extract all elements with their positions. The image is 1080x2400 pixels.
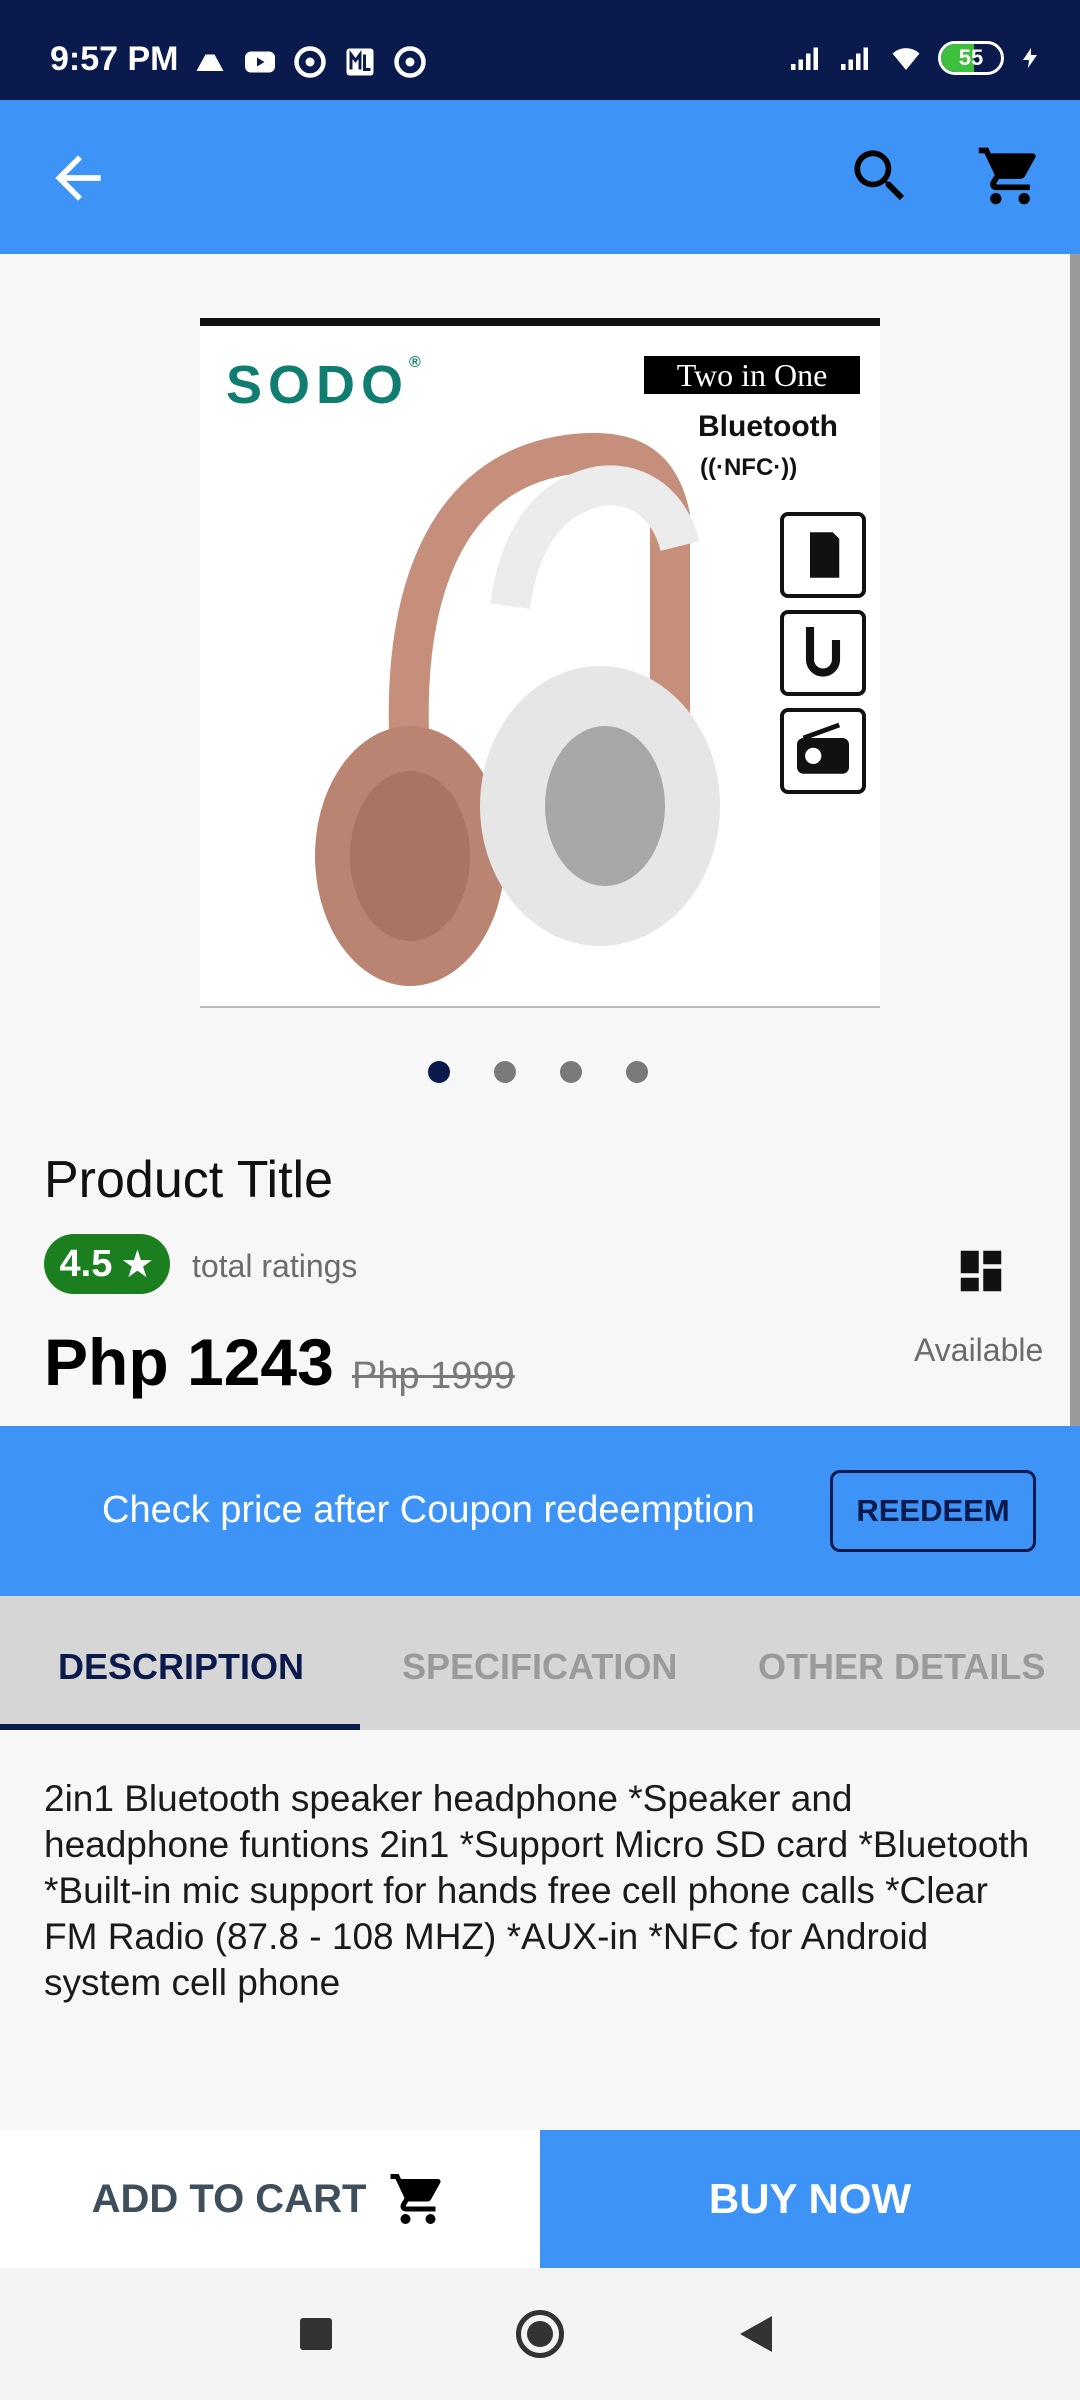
product-image[interactable]: SODO® Two in One Bluetooth ((·NFC·)) — [200, 318, 880, 1008]
coupon-text: Check price after Coupon redeemption — [102, 1489, 755, 1531]
notification-icons — [192, 44, 428, 80]
recent-apps-icon[interactable] — [300, 2318, 332, 2350]
total-ratings-label: total ratings — [192, 1248, 358, 1284]
home-icon[interactable] — [516, 2310, 564, 2358]
drive-icon — [196, 54, 224, 71]
youtube-icon — [245, 51, 275, 73]
original-price: Php 1999 — [352, 1355, 515, 1397]
carousel-dot[interactable] — [626, 1061, 648, 1083]
cart-icon — [390, 2174, 441, 2224]
headphones-image — [315, 432, 720, 986]
carousel-dots — [428, 1061, 648, 1083]
add-to-cart-button[interactable]: ADD TO CART — [0, 2130, 540, 2268]
status-bar: 9:57 PM 55 — [0, 0, 1080, 100]
tab-description[interactable]: DESCRIPTION — [58, 1646, 304, 1688]
rating-badge: 4.5 ★ — [44, 1234, 170, 1294]
charging-icon — [1023, 48, 1037, 68]
star-icon: ★ — [120, 1243, 155, 1286]
bottom-action-bar: ADD TO CART BUY NOW — [0, 2130, 1080, 2268]
ml-icon — [346, 48, 374, 76]
add-to-cart-label: ADD TO CART — [91, 2176, 367, 2221]
buy-now-button[interactable]: BUY NOW — [540, 2130, 1080, 2268]
carousel-dot[interactable] — [560, 1061, 582, 1083]
coupon-banner: Check price after Coupon redeemption REE… — [0, 1426, 1080, 1596]
signal-icon — [841, 47, 868, 70]
battery-level: 55 — [958, 45, 984, 70]
carousel-dot[interactable] — [494, 1061, 516, 1083]
detail-tabs: DESCRIPTION SPECIFICATION OTHER DETAILS — [0, 1596, 1080, 1730]
app-bar — [0, 100, 1080, 254]
back-icon[interactable] — [740, 2316, 772, 2352]
dashboard-icon — [960, 1250, 1002, 1292]
tab-other-details[interactable]: OTHER DETAILS — [758, 1646, 1045, 1688]
signal-icon — [791, 47, 818, 70]
buy-now-label: BUY NOW — [708, 2175, 912, 2222]
redeem-button[interactable]: REEDEEM — [830, 1470, 1036, 1552]
rating-value: 4.5 — [59, 1242, 113, 1285]
wifi-icon — [892, 48, 920, 70]
cart-icon[interactable] — [976, 142, 1044, 210]
product-price: Php 1243 — [44, 1325, 334, 1399]
app-icon — [394, 46, 426, 78]
arrow-left-icon[interactable] — [44, 144, 112, 212]
product-title: Product Title — [44, 1151, 334, 1209]
system-icons: 55 — [788, 40, 1042, 76]
active-tab-indicator — [0, 1724, 360, 1730]
status-time: 9:57 PM — [50, 40, 179, 78]
system-nav-bar — [0, 2268, 1080, 2400]
scrollbar[interactable] — [1070, 254, 1080, 1620]
battery-icon: 55 — [938, 41, 1004, 75]
availability-status: Available — [914, 1332, 1044, 1368]
tab-specification[interactable]: SPECIFICATION — [402, 1646, 677, 1688]
app-icon — [294, 46, 326, 78]
carousel-dot[interactable] — [428, 1061, 450, 1083]
search-icon[interactable] — [846, 142, 914, 210]
product-description: 2in1 Bluetooth speaker headphone *Speake… — [44, 1778, 1030, 2003]
